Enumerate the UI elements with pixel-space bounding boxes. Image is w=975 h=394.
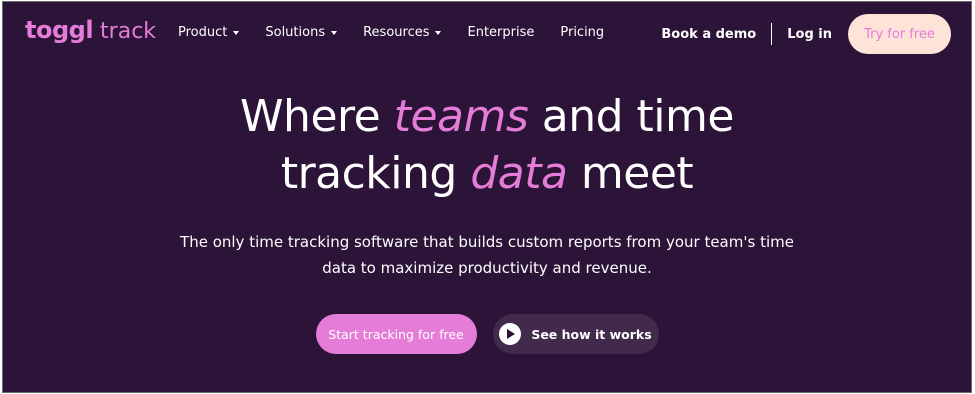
headline-text: tracking xyxy=(280,148,471,199)
subtext-line: data to maximize productivity and revenu… xyxy=(322,259,652,277)
nav-links: Product Solutions Resources Enterprise P… xyxy=(178,25,630,40)
nav-item-label: Pricing xyxy=(560,25,605,40)
hero-subtext: The only time tracking software that bui… xyxy=(3,229,971,281)
nav-item-label: Solutions xyxy=(265,25,326,40)
headline-accent: data xyxy=(470,148,568,199)
nav-item-solutions[interactable]: Solutions xyxy=(265,25,338,40)
hero-headline: Where teams and time tracking data meet xyxy=(3,88,971,202)
play-icon xyxy=(499,323,522,345)
nav-divider xyxy=(771,23,773,45)
headline-accent: teams xyxy=(393,91,529,142)
headline-text: and time xyxy=(528,91,735,142)
nav-item-label: Product xyxy=(178,25,228,40)
chevron-down-icon xyxy=(233,31,240,35)
login-link[interactable]: Log in xyxy=(787,27,832,42)
logo-mark: toggl xyxy=(25,16,94,44)
see-how-it-works-button[interactable]: See how it works xyxy=(492,314,659,354)
nav-item-label: Enterprise xyxy=(467,25,535,40)
toggl-track-logo[interactable]: toggl track xyxy=(25,16,156,44)
nav-item-pricing[interactable]: Pricing xyxy=(560,25,604,40)
nav-actions: Book a demo Log in Try for free xyxy=(661,14,951,54)
page-frame: toggl track Product Solutions Resources … xyxy=(2,1,972,393)
headline-text: Where xyxy=(240,91,394,142)
start-tracking-button[interactable]: Start tracking for free xyxy=(315,314,477,354)
logo-word: track xyxy=(100,19,157,44)
nav-item-label: Resources xyxy=(363,25,430,40)
nav-item-product[interactable]: Product xyxy=(178,25,240,40)
try-for-free-button[interactable]: Try for free xyxy=(848,14,951,54)
chevron-down-icon xyxy=(331,31,338,35)
nav-item-enterprise[interactable]: Enterprise xyxy=(467,25,534,40)
headline-text: meet xyxy=(567,148,694,199)
cta-row: Start tracking for free See how it works xyxy=(3,314,971,354)
cta-secondary-label: See how it works xyxy=(531,326,652,342)
subtext-line: The only time tracking software that bui… xyxy=(180,233,794,251)
book-demo-link[interactable]: Book a demo xyxy=(661,27,756,42)
top-nav: toggl track Product Solutions Resources … xyxy=(3,2,971,66)
nav-item-resources[interactable]: Resources xyxy=(363,25,442,40)
chevron-down-icon xyxy=(435,31,442,35)
